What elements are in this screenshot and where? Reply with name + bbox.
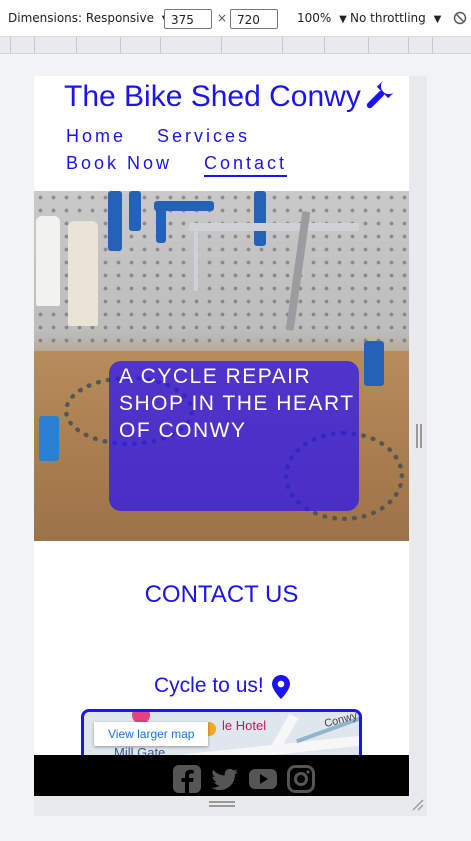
wrench-icon: [366, 80, 395, 109]
view-larger-map-link[interactable]: View larger map: [94, 722, 209, 746]
nav-home[interactable]: Home: [66, 126, 126, 147]
ruler-segment[interactable]: [368, 37, 369, 53]
nav-contact[interactable]: Contact: [204, 153, 288, 177]
resize-handle-bottom[interactable]: [209, 801, 235, 807]
tool-handle: [364, 341, 384, 386]
site-title[interactable]: The Bike Shed Conwy: [64, 80, 361, 114]
facebook-icon[interactable]: [173, 765, 201, 793]
zoom-label: 100%: [297, 11, 332, 25]
ruler-segment[interactable]: [408, 37, 409, 53]
tool-handle: [129, 191, 141, 231]
throttling-dropdown[interactable]: No throttling ▼: [350, 11, 441, 25]
chevron-down-icon: ▼: [433, 14, 442, 25]
ruler-segment[interactable]: [160, 37, 161, 53]
tool-handle: [254, 191, 266, 246]
ruler-segment[interactable]: [34, 37, 35, 53]
map-pin-icon: [272, 675, 290, 699]
site-footer: [34, 755, 409, 796]
hero-card: A CYCLE REPAIR SHOP IN THE HEART OF CONW…: [109, 361, 359, 511]
media-query-ruler: [0, 37, 471, 54]
hero-heading: A CYCLE REPAIR SHOP IN THE HEART OF CONW…: [119, 365, 355, 442]
tool-handle: [108, 191, 122, 251]
grease-tube: [68, 221, 98, 326]
tool-rack: [189, 223, 359, 231]
throttling-label: No throttling: [350, 11, 426, 25]
tool-rod: [194, 231, 198, 291]
height-input[interactable]: 720: [230, 9, 278, 29]
ruler-segment[interactable]: [432, 37, 433, 53]
chevron-down-icon: ▼: [339, 14, 347, 25]
ruler-segment[interactable]: [221, 37, 222, 53]
contact-heading: CONTACT US: [144, 581, 299, 608]
ruler-segment[interactable]: [76, 37, 77, 53]
ruler-segment[interactable]: [282, 37, 283, 53]
times-sign: ×: [217, 11, 228, 25]
nav-services[interactable]: Services: [157, 126, 250, 147]
lube-bottle: [36, 216, 60, 306]
instagram-icon[interactable]: [287, 765, 315, 793]
ruler-segment[interactable]: [10, 37, 11, 53]
youtube-icon[interactable]: [249, 765, 277, 793]
twitter-icon[interactable]: [211, 765, 239, 793]
resize-corner-grip-icon[interactable]: [412, 799, 424, 811]
cycle-to-us-text: Cycle to us!: [154, 674, 264, 697]
ruler-segment[interactable]: [324, 37, 325, 53]
resize-handle-right[interactable]: [416, 424, 422, 448]
width-input[interactable]: 375: [164, 9, 212, 29]
zoom-dropdown[interactable]: 100% ▼: [297, 11, 347, 25]
nav-book-now[interactable]: Book Now: [66, 153, 172, 174]
page-viewport: The Bike Shed Conwy Home Services Book N…: [34, 76, 409, 796]
dimensions-dropdown[interactable]: Dimensions: Responsive ▼: [8, 11, 170, 25]
devtools-device-toolbar: Dimensions: Responsive ▼ 375 × 720 100% …: [0, 0, 471, 37]
tool-handle: [156, 201, 166, 243]
rotate-disabled-icon[interactable]: [453, 11, 467, 25]
hero-image: A CYCLE REPAIR SHOP IN THE HEART OF CONW…: [34, 191, 409, 541]
map-label-hotel: le Hotel: [222, 718, 267, 733]
tool-handle: [39, 416, 59, 461]
dimensions-label: Dimensions: Responsive: [8, 11, 154, 25]
ruler-segment[interactable]: [120, 37, 121, 53]
